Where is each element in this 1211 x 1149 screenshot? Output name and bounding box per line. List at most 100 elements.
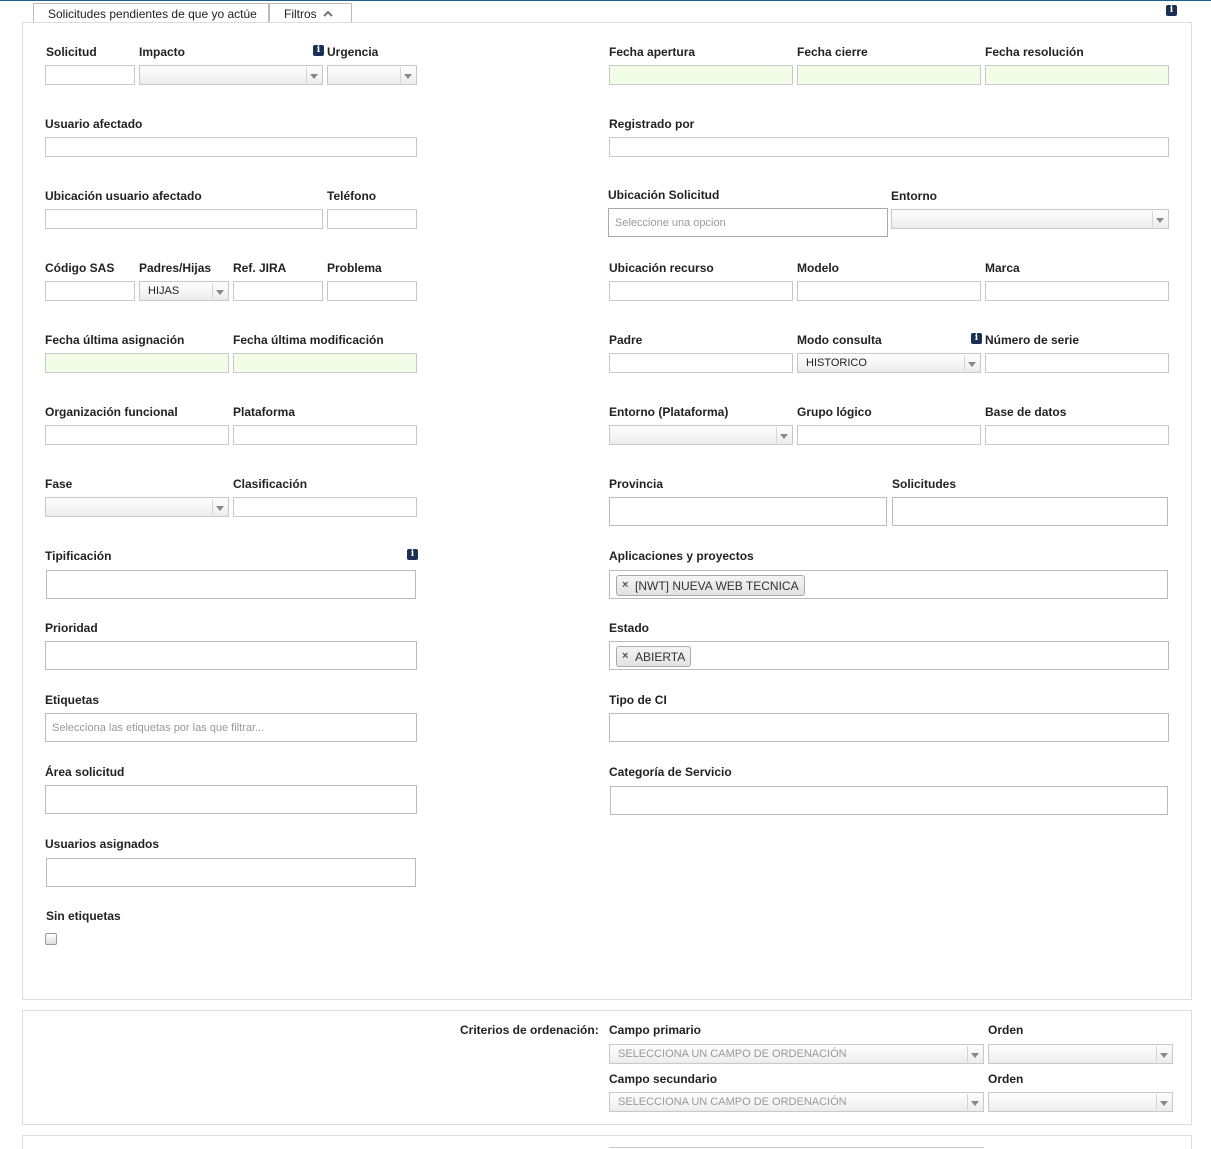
ref-jira-input[interactable] <box>233 281 323 301</box>
padre-input[interactable] <box>609 353 793 373</box>
chevron-down-icon <box>1152 211 1167 227</box>
entorno-select[interactable] <box>891 209 1169 229</box>
fecha-resolucion-label: Fecha resolución <box>985 45 1084 59</box>
ref-jira-label: Ref. JIRA <box>233 261 287 275</box>
categoria-servicio-input[interactable] <box>610 786 1168 815</box>
impacto-select[interactable] <box>139 65 323 85</box>
prioridad-label: Prioridad <box>45 621 98 635</box>
aplicaciones-tag-label: [NWT] NUEVA WEB TECNICA <box>635 578 799 593</box>
tab-filters-label: Filtros <box>284 6 317 21</box>
provincia-label: Provincia <box>609 477 664 491</box>
remove-tag-icon[interactable]: × <box>622 650 628 662</box>
secondary-field-select[interactable]: SELECCIONA UN CAMPO DE ORDENACIÓN <box>609 1092 984 1112</box>
secondary-order-label: Orden <box>988 1072 1024 1086</box>
chevron-up-icon <box>322 10 333 17</box>
plataforma-input[interactable] <box>233 425 417 445</box>
problema-input[interactable] <box>327 281 417 301</box>
ubicacion-solicitud-input[interactable]: Seleccione una opcion <box>608 208 888 237</box>
codigo-sas-label: Código SAS <box>45 261 115 275</box>
solicitudes-input[interactable] <box>892 497 1168 526</box>
tab-filters[interactable]: Filtros <box>269 3 352 23</box>
padres-hijas-select[interactable]: HIJAS <box>139 281 229 301</box>
entorno-plataforma-label: Entorno (Plataforma) <box>609 405 729 419</box>
fase-select[interactable] <box>45 497 229 517</box>
fecha-cierre-label: Fecha cierre <box>797 45 868 59</box>
fecha-resolucion-input[interactable] <box>985 65 1169 85</box>
primary-field-placeholder: SELECCIONA UN CAMPO DE ORDENACIÓN <box>618 1048 847 1060</box>
chevron-down-icon <box>964 355 979 371</box>
modo-consulta-info-icon[interactable]: i <box>971 333 982 344</box>
secondary-order-select[interactable] <box>988 1092 1173 1112</box>
usuarios-asignados-input[interactable] <box>46 858 416 887</box>
padres-hijas-value: HIJAS <box>148 285 180 297</box>
usuario-afectado-input[interactable] <box>45 137 417 157</box>
codigo-sas-input[interactable] <box>45 281 135 301</box>
categoria-servicio-label: Categoría de Servicio <box>609 765 732 779</box>
primary-order-select[interactable] <box>988 1044 1173 1064</box>
urgencia-select[interactable] <box>327 65 417 85</box>
estado-tag-label: ABIERTA <box>635 649 686 664</box>
organizacion-funcional-label: Organización funcional <box>45 405 178 419</box>
primary-field-label: Campo primario <box>609 1023 702 1037</box>
fecha-apertura-input[interactable] <box>609 65 793 85</box>
impacto-info-icon[interactable]: i <box>313 45 324 56</box>
clasificacion-label: Clasificación <box>233 477 308 491</box>
tipificacion-input[interactable] <box>46 570 416 599</box>
numero-serie-label: Número de serie <box>985 333 1080 347</box>
tab-pending-requests[interactable]: Solicitudes pendientes de que yo actúe <box>33 3 269 23</box>
entorno-plataforma-select[interactable] <box>609 425 793 445</box>
chevron-down-icon <box>212 283 227 299</box>
impacto-label: Impacto <box>139 45 186 59</box>
entorno-label: Entorno <box>891 189 937 203</box>
modo-consulta-label: Modo consulta <box>797 333 882 347</box>
sin-etiquetas-checkbox[interactable] <box>45 933 57 945</box>
aplicaciones-tag: × [NWT] NUEVA WEB TECNICA <box>616 575 805 596</box>
registrado-por-label: Registrado por <box>609 117 695 131</box>
grupo-logico-input[interactable] <box>797 425 981 445</box>
clasificacion-input[interactable] <box>233 497 417 517</box>
organizacion-funcional-input[interactable] <box>45 425 229 445</box>
fecha-ultima-modificacion-input[interactable] <box>233 353 417 373</box>
padres-hijas-label: Padres/Hijas <box>139 261 212 275</box>
provincia-input[interactable] <box>609 497 887 526</box>
ubicacion-usuario-input[interactable] <box>45 209 323 229</box>
grupo-logico-label: Grupo lógico <box>797 405 872 419</box>
area-solicitud-input[interactable] <box>45 785 417 814</box>
telefono-input[interactable] <box>327 209 417 229</box>
tab-pending-label: Solicitudes pendientes de que yo actúe <box>48 6 257 21</box>
fecha-cierre-input[interactable] <box>797 65 981 85</box>
primary-field-select[interactable]: SELECCIONA UN CAMPO DE ORDENACIÓN <box>609 1044 984 1064</box>
chevron-down-icon <box>1156 1046 1171 1062</box>
problema-label: Problema <box>327 261 382 275</box>
next-panel <box>22 1135 1192 1149</box>
ubicacion-recurso-input[interactable] <box>609 281 793 301</box>
chevron-down-icon <box>212 499 227 515</box>
numero-serie-input[interactable] <box>985 353 1169 373</box>
etiquetas-input[interactable]: Selecciona las etiquetas por las que fil… <box>45 713 417 742</box>
aplicaciones-input[interactable]: × [NWT] NUEVA WEB TECNICA <box>609 570 1168 599</box>
secondary-field-placeholder: SELECCIONA UN CAMPO DE ORDENACIÓN <box>618 1096 847 1108</box>
solicitud-input[interactable] <box>45 65 135 85</box>
modelo-input[interactable] <box>797 281 981 301</box>
chevron-down-icon <box>776 427 791 443</box>
telefono-label: Teléfono <box>327 189 377 203</box>
estado-label: Estado <box>609 621 650 635</box>
chevron-down-icon <box>306 67 321 83</box>
registrado-por-input[interactable] <box>609 137 1169 157</box>
base-datos-input[interactable] <box>985 425 1169 445</box>
padre-label: Padre <box>609 333 643 347</box>
info-icon[interactable]: i <box>1166 5 1177 16</box>
solicitud-label: Solicitud <box>46 45 97 59</box>
tipo-ci-input[interactable] <box>609 713 1169 742</box>
modo-consulta-select[interactable]: HISTORICO <box>797 353 981 373</box>
remove-tag-icon[interactable]: × <box>622 579 628 591</box>
fecha-ultima-modificacion-label: Fecha última modificación <box>233 333 384 347</box>
marca-input[interactable] <box>985 281 1169 301</box>
modelo-label: Modelo <box>797 261 839 275</box>
tipo-ci-label: Tipo de CI <box>609 693 667 707</box>
estado-input[interactable]: × ABIERTA <box>609 641 1169 670</box>
tipificacion-info-icon[interactable]: i <box>407 549 418 560</box>
estado-tag: × ABIERTA <box>616 646 692 667</box>
prioridad-input[interactable] <box>45 641 417 670</box>
fecha-ultima-asignacion-input[interactable] <box>45 353 229 373</box>
